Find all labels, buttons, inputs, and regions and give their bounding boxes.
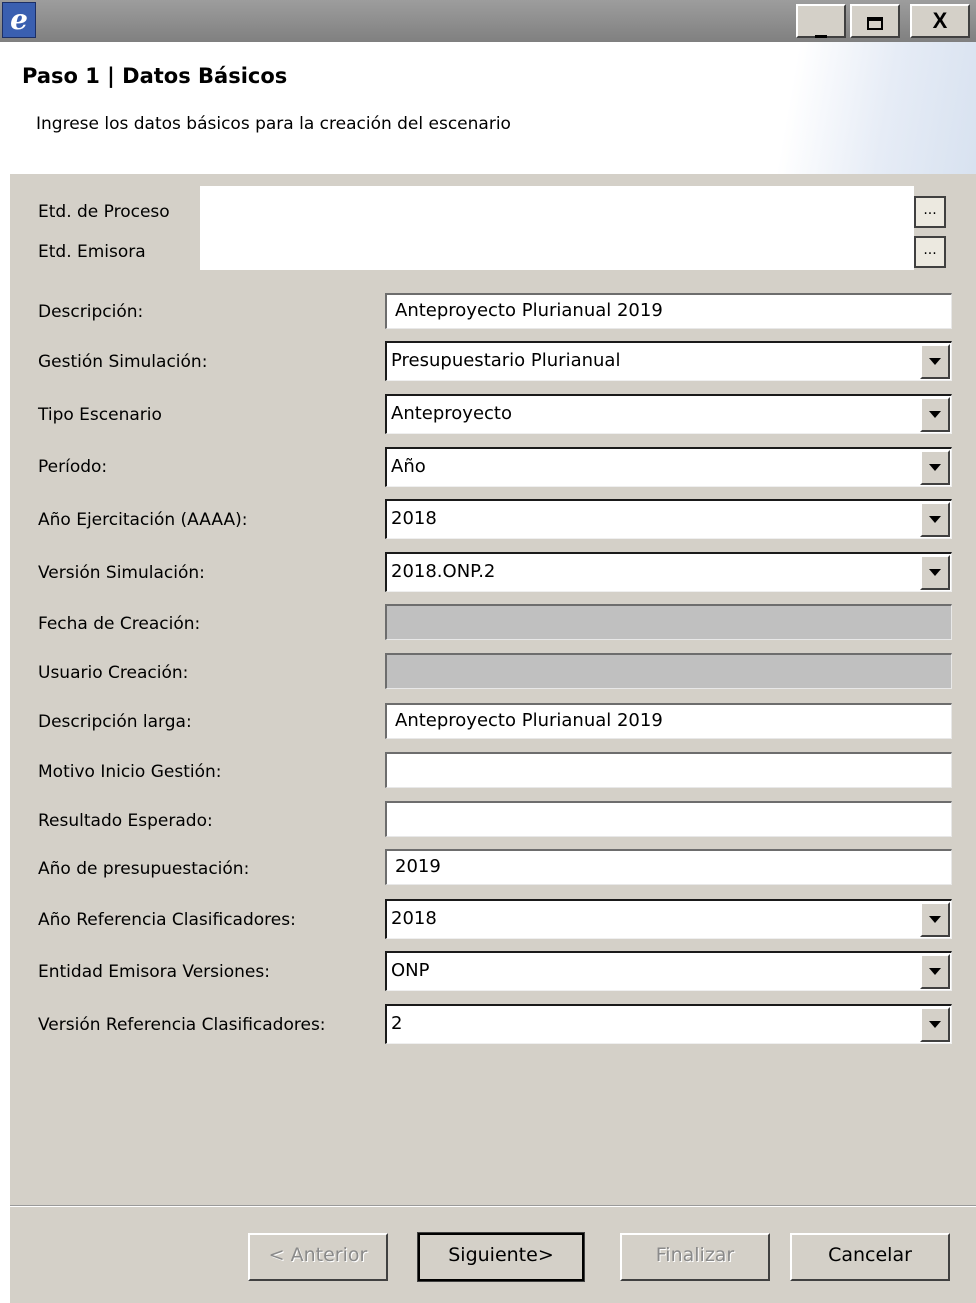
dropdown-arrow-icon[interactable]: [920, 450, 950, 485]
fecha-creacion-field: [385, 604, 952, 640]
entidad-emisora-versiones-value: ONP: [391, 960, 430, 981]
minimize-button[interactable]: [796, 4, 846, 38]
minimize-icon: [815, 35, 827, 38]
periodo-value: Año: [391, 456, 426, 477]
dropdown-arrow-icon[interactable]: [920, 954, 950, 989]
anio-ejercitacion-value: 2018: [391, 508, 437, 529]
dropdown-arrow-icon[interactable]: [920, 555, 950, 590]
wizard-header: Paso 1 | Datos Básicos Ingrese los datos…: [0, 42, 976, 175]
form-panel: Etd. de Proceso Etd. Emisora ... ... Des…: [10, 174, 976, 1206]
dropdown-arrow-icon[interactable]: [920, 502, 950, 537]
usuario-creacion-label: Usuario Creación:: [38, 663, 189, 683]
entidad-emisora-versiones-label: Entidad Emisora Versiones:: [38, 962, 270, 982]
version-simulacion-select[interactable]: 2018.ONP.2: [385, 552, 952, 592]
entidad-emisora-versiones-select[interactable]: ONP: [385, 951, 952, 991]
descripcion-label: Descripción:: [38, 302, 144, 322]
siguiente-button[interactable]: Siguiente>: [417, 1232, 585, 1282]
version-ref-clasificadores-select[interactable]: 2: [385, 1004, 952, 1044]
version-simulacion-label: Versión Simulación:: [38, 563, 205, 583]
descripcion-larga-input[interactable]: Anteproyecto Plurianual 2019: [385, 703, 952, 739]
gestion-simulacion-select[interactable]: Presupuestario Plurianual: [385, 341, 952, 381]
cancelar-button[interactable]: Cancelar: [790, 1233, 950, 1281]
anio-presupuestacion-input[interactable]: 2019: [385, 849, 952, 885]
anio-ref-clasificadores-value: 2018: [391, 908, 437, 929]
close-button[interactable]: X: [910, 4, 970, 38]
motivo-inicio-label: Motivo Inicio Gestión:: [38, 762, 222, 782]
version-simulacion-value: 2018.ONP.2: [391, 561, 496, 582]
periodo-label: Período:: [38, 457, 108, 477]
etd-proceso-label: Etd. de Proceso: [38, 202, 170, 222]
usuario-creacion-field: [385, 653, 952, 689]
version-ref-clasificadores-label: Versión Referencia Clasificadores:: [38, 1015, 326, 1035]
entity-display-area: [200, 186, 914, 270]
tipo-escenario-select[interactable]: Anteproyecto: [385, 394, 952, 434]
version-ref-clasificadores-value: 2: [391, 1013, 403, 1034]
tipo-escenario-value: Anteproyecto: [391, 403, 512, 424]
left-border: [0, 174, 10, 1302]
motivo-inicio-input[interactable]: [385, 752, 952, 788]
maximize-button[interactable]: [850, 4, 900, 38]
page-title: Paso 1 | Datos Básicos: [22, 64, 288, 88]
gestion-simulacion-label: Gestión Simulación:: [38, 352, 208, 372]
title-bar[interactable]: e X: [0, 0, 976, 42]
resultado-esperado-input[interactable]: [385, 801, 952, 837]
dropdown-arrow-icon[interactable]: [920, 902, 950, 937]
descripcion-larga-label: Descripción larga:: [38, 712, 192, 732]
page-subtitle: Ingrese los datos básicos para la creaci…: [36, 114, 511, 134]
descripcion-input[interactable]: Anteproyecto Plurianual 2019: [385, 293, 952, 329]
browse-emisora-button[interactable]: ...: [914, 236, 946, 268]
finalizar-button[interactable]: Finalizar: [620, 1233, 770, 1281]
anio-ejercitacion-label: Año Ejercitación (AAAA):: [38, 510, 248, 530]
browse-proceso-button[interactable]: ...: [914, 196, 946, 228]
anio-presupuestacion-label: Año de presupuestación:: [38, 859, 250, 879]
resultado-esperado-label: Resultado Esperado:: [38, 811, 213, 831]
anio-ref-clasificadores-label: Año Referencia Clasificadores:: [38, 910, 296, 930]
gestion-simulacion-value: Presupuestario Plurianual: [391, 350, 621, 371]
anio-ref-clasificadores-select[interactable]: 2018: [385, 899, 952, 939]
anio-ejercitacion-select[interactable]: 2018: [385, 499, 952, 539]
maximize-icon: [867, 17, 883, 30]
fecha-creacion-label: Fecha de Creación:: [38, 614, 201, 634]
anterior-button[interactable]: < Anterior: [248, 1233, 388, 1281]
wizard-footer: < Anterior Siguiente> Finalizar Cancelar: [10, 1205, 976, 1303]
dropdown-arrow-icon[interactable]: [920, 1007, 950, 1042]
etd-emisora-label: Etd. Emisora: [38, 242, 146, 262]
tipo-escenario-label: Tipo Escenario: [38, 405, 162, 425]
dropdown-arrow-icon[interactable]: [920, 344, 950, 379]
app-icon: e: [2, 2, 36, 38]
periodo-select[interactable]: Año: [385, 447, 952, 487]
dropdown-arrow-icon[interactable]: [920, 397, 950, 432]
